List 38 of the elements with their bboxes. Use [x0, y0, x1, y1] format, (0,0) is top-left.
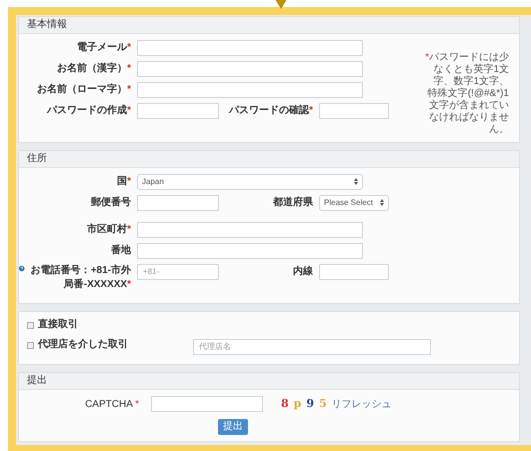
input-field[interactable]	[137, 40, 363, 56]
field-label: 都道府県	[272, 195, 313, 210]
submit-button[interactable]: 提出	[218, 418, 248, 434]
password-note: *パスワードには少なくとも英字1文字、数字1文字、特殊文字(!@#&*)1文字が含まれていなければなりません。	[425, 52, 509, 136]
input-field[interactable]	[137, 82, 363, 98]
input-field[interactable]	[137, 243, 363, 259]
field-label: パスワードの確認*	[228, 104, 313, 118]
pointer-icon	[275, 0, 287, 9]
select-field[interactable]: Please Select	[319, 195, 389, 211]
panel-header: 提出	[19, 373, 519, 390]
sort-arrows-icon	[354, 178, 358, 185]
field-label: 番地	[110, 244, 131, 258]
field-label: パスワードの作成*	[46, 104, 131, 118]
checkbox-option[interactable]: 代理店を介した取引	[27, 339, 193, 351]
select-field[interactable]: Japan	[137, 174, 363, 190]
refresh-link[interactable]: リフレッシュ	[332, 396, 392, 412]
input-field[interactable]	[137, 195, 219, 211]
field-label: 内線	[292, 264, 313, 279]
field-label: お名前（ローマ字）*	[36, 82, 131, 97]
input-field[interactable]	[137, 222, 363, 238]
field-label: 市区町村*	[86, 222, 131, 237]
input-field[interactable]	[151, 396, 263, 412]
checkbox-option[interactable]: 直接取引	[27, 319, 193, 331]
captcha-image: 8 p 9 5	[281, 396, 328, 412]
input-field[interactable]	[137, 103, 219, 119]
input-field[interactable]	[137, 61, 363, 77]
field-label: 電子メール*	[76, 40, 131, 55]
input-field[interactable]	[319, 103, 389, 119]
field-label: お名前（漢字）*	[56, 61, 131, 76]
sort-arrows-icon	[380, 199, 384, 206]
input-field[interactable]	[319, 264, 389, 280]
help-icon[interactable]	[19, 264, 24, 273]
field-label: 国*	[116, 175, 131, 189]
field-label: お電話番号：+81-市外局番-XXXXXX*	[30, 264, 131, 292]
field-label: 郵便番号	[90, 196, 131, 210]
panel-header: 基本情報	[19, 17, 519, 34]
panel-header: 住所	[19, 151, 519, 168]
field-label: CAPTCHA *	[84, 398, 139, 412]
